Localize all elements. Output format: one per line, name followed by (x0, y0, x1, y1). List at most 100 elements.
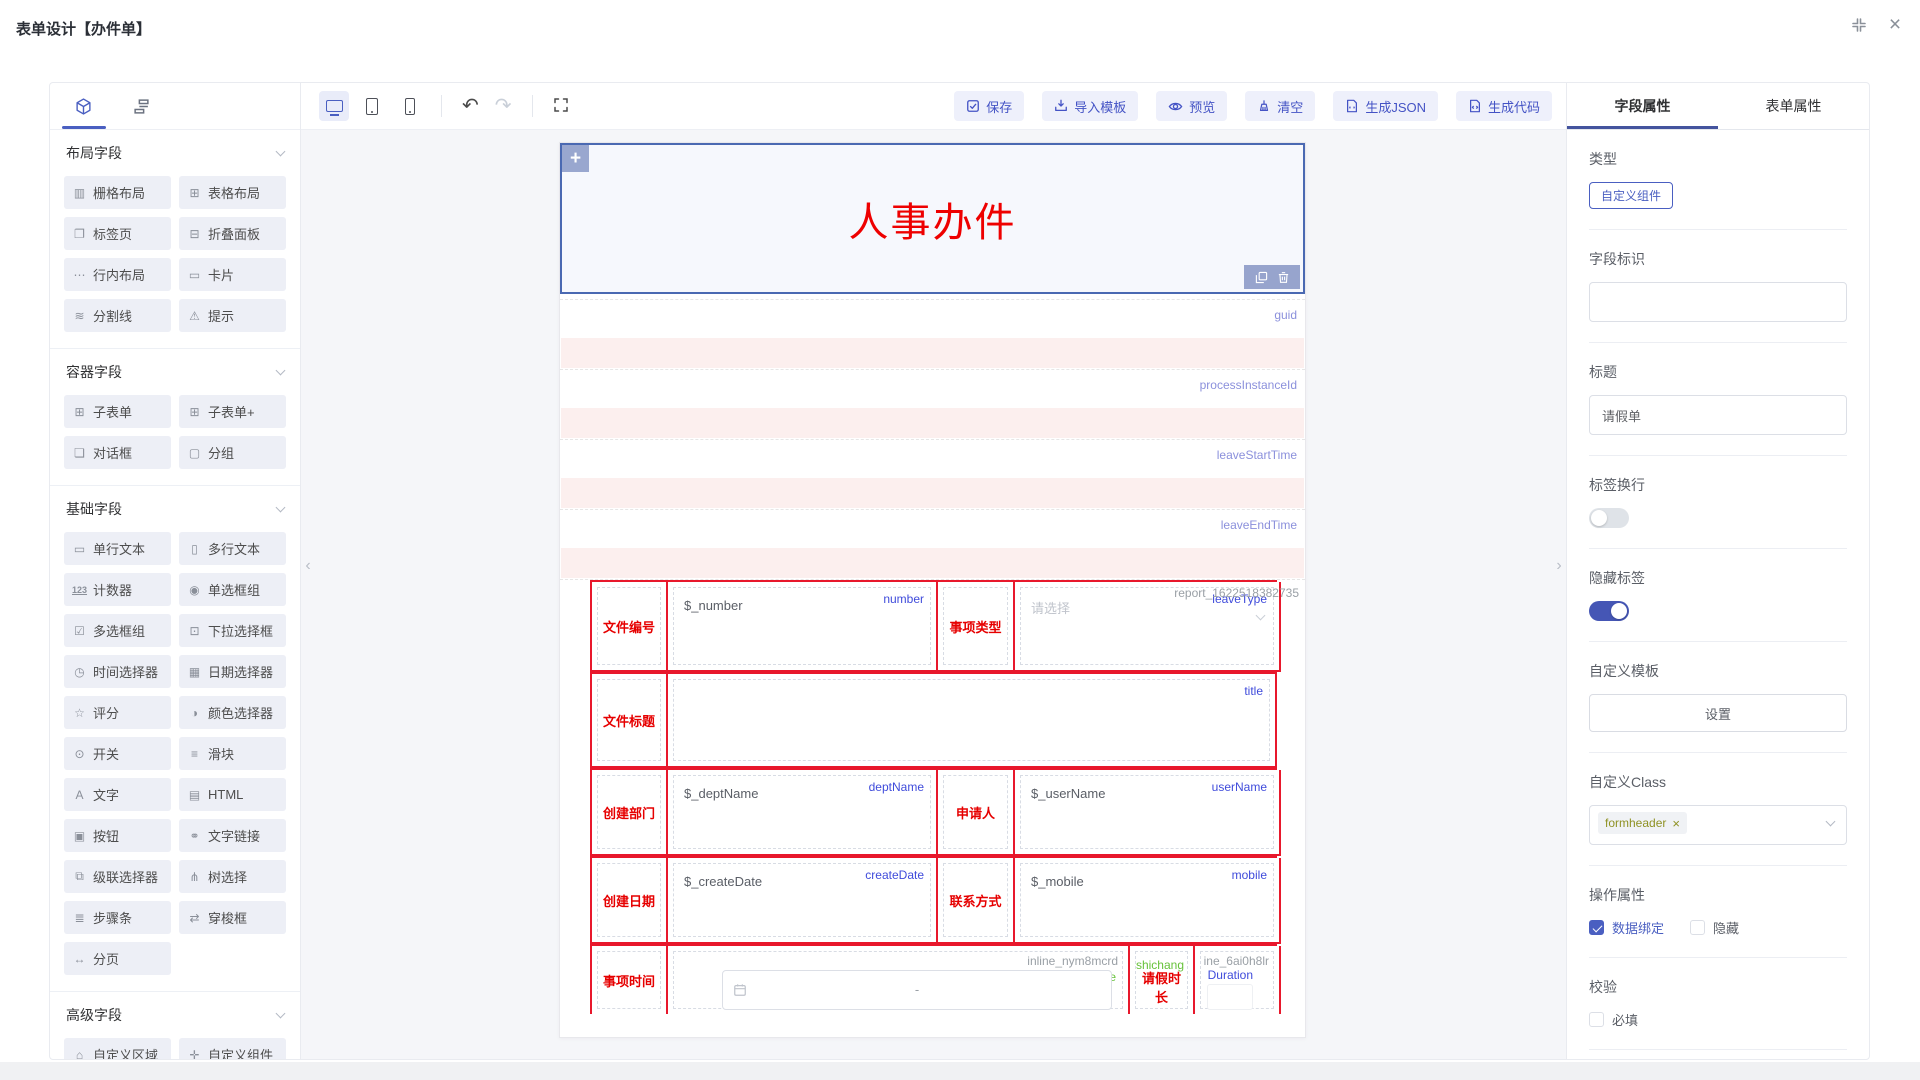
title-input[interactable] (1589, 395, 1847, 435)
palette-item-slider[interactable]: ≡滑块 (179, 737, 286, 770)
generate-json-button[interactable]: 生成JSON (1333, 91, 1438, 121)
palette-item-pagination[interactable]: ↔分页 (64, 942, 171, 975)
palette-item-divider[interactable]: ≋分割线 (64, 299, 171, 332)
palette-item-html[interactable]: ▤HTML (179, 778, 286, 811)
palette-item-radio-group[interactable]: ◉单选框组 (179, 573, 286, 606)
palette-item-label: 子表单+ (208, 402, 255, 421)
field-label-cell[interactable]: 文件编号 (592, 582, 668, 672)
palette-item-select[interactable]: ⊡下拉选择框 (179, 614, 286, 647)
tab-form-properties[interactable]: 表单属性 (1718, 83, 1869, 129)
field-label-cell[interactable]: 申请人 (938, 770, 1015, 856)
hide-label-toggle[interactable] (1589, 601, 1629, 621)
palette-item-date-picker[interactable]: ▦日期选择器 (179, 655, 286, 688)
custom-class-select[interactable]: formheader × (1589, 805, 1847, 845)
hidden-field-row-leaveEndTime[interactable]: leaveEndTime (560, 510, 1305, 580)
device-tablet-button[interactable] (357, 91, 387, 121)
palette-item-text[interactable]: A文字 (64, 778, 171, 811)
palette-item-tabs[interactable]: ❐标签页 (64, 217, 171, 250)
palette-item-steps[interactable]: ≣步骤条 (64, 901, 171, 934)
delete-icon[interactable] (1277, 271, 1290, 284)
palette-item-time-picker[interactable]: ◷时间选择器 (64, 655, 171, 688)
field-input-cell[interactable]: ine_6ai0h8lrDuration (1195, 946, 1281, 1014)
data-binding-checkbox[interactable]: 数据绑定 (1589, 918, 1664, 937)
template-settings-button[interactable]: 设置 (1589, 694, 1847, 732)
palette-item-custom-component[interactable]: ✛自定义组件 (179, 1038, 286, 1059)
palette-item-inline-layout[interactable]: ⋯行内布局 (64, 258, 171, 291)
palette-item-counter[interactable]: 123计数器 (64, 573, 171, 606)
palette-item-group[interactable]: ▢分组 (179, 436, 286, 469)
palette-item-multi-line-text[interactable]: ▯多行文本 (179, 532, 286, 565)
field-input-cell[interactable]: $_userNameuserName (1015, 770, 1281, 856)
section-header[interactable]: 基础字段 (64, 486, 286, 532)
palette-item-table-layout[interactable]: ⊞表格布局 (179, 176, 286, 209)
palette-item-switch[interactable]: ⊙开关 (64, 737, 171, 770)
hidden-checkbox[interactable]: 隐藏 (1690, 918, 1739, 937)
collapse-right-panel-handle[interactable]: › (1552, 546, 1566, 586)
palette-item-color-picker[interactable]: ◑颜色选择器 (179, 696, 286, 729)
daterange-picker[interactable]: - (722, 970, 1112, 1010)
device-phone-button[interactable] (395, 91, 425, 121)
palette-item-text-link[interactable]: ⚭文字链接 (179, 819, 286, 852)
daterange-cell[interactable]: inline_nym8mcrdleavedate- (668, 946, 1130, 1014)
form-header-component[interactable]: 人事办件 + (560, 143, 1305, 294)
field-input-cell[interactable]: $_numbernumber (668, 582, 938, 672)
palette-item-card[interactable]: ▭卡片 (179, 258, 286, 291)
section-header[interactable]: 高级字段 (64, 992, 286, 1038)
tab-field-properties[interactable]: 字段属性 (1567, 83, 1718, 129)
field-input-cell[interactable]: title (668, 674, 1277, 768)
hidden-field-row-processInstanceId[interactable]: processInstanceId (560, 370, 1305, 440)
field-input-cell[interactable]: $_deptNamedeptName (668, 770, 938, 856)
undo-button[interactable]: ↶ (458, 96, 483, 116)
required-checkbox[interactable]: 必填 (1589, 1010, 1847, 1029)
palette-item-collapse-panel[interactable]: ⊟折叠面板 (179, 217, 286, 250)
import-template-button[interactable]: 导入模板 (1042, 91, 1138, 121)
drag-handle[interactable]: + (562, 145, 589, 172)
section-header[interactable]: 容器字段 (64, 349, 286, 395)
collapse-left-panel-handle[interactable]: ‹ (301, 546, 315, 586)
fullscreen-button[interactable] (549, 95, 573, 117)
outline-tree-tab-icon[interactable] (126, 91, 156, 121)
palette-item-transfer[interactable]: ⇄穿梭框 (179, 901, 286, 934)
copy-icon[interactable] (1255, 271, 1268, 284)
palette-item-sub-form-plus[interactable]: ⊞子表单+ (179, 395, 286, 428)
field-id-input[interactable] (1589, 282, 1847, 322)
section-header[interactable]: 布局字段 (64, 130, 286, 176)
device-desktop-button[interactable] (319, 91, 349, 121)
palette-item-checkbox-group[interactable]: ☑多选框组 (64, 614, 171, 647)
field-input-cell[interactable]: $_createDatecreateDate (668, 858, 938, 944)
field-label-cell[interactable]: 事项类型 (938, 582, 1015, 672)
palette-item-sub-form[interactable]: ⊞子表单 (64, 395, 171, 428)
compress-icon[interactable] (1848, 14, 1870, 36)
palette-item-label: 计数器 (93, 580, 132, 599)
palette-item-dialog[interactable]: ❏对话框 (64, 436, 171, 469)
redo-button[interactable]: ↷ (491, 96, 516, 116)
field-label-cell[interactable]: 创建日期 (592, 858, 668, 944)
save-button[interactable]: 保存 (954, 91, 1024, 121)
palette-item-alert[interactable]: ⚠提示 (179, 299, 286, 332)
close-icon[interactable]: × (1884, 14, 1906, 36)
field-label-cell[interactable]: 联系方式 (938, 858, 1015, 944)
hidden-field-row-guid[interactable]: guid (560, 300, 1305, 370)
components-tab-icon[interactable] (68, 91, 98, 121)
remove-class-icon[interactable]: × (1672, 817, 1680, 830)
field-input-cell[interactable]: $_mobilemobile (1015, 858, 1281, 944)
palette-item-rate[interactable]: ☆评分 (64, 696, 171, 729)
field-label-cell[interactable]: 事项时间 (592, 946, 668, 1014)
duration-input[interactable] (1207, 984, 1253, 1010)
palette-item-grid-layout[interactable]: ▥栅格布局 (64, 176, 171, 209)
generate-code-button[interactable]: 生成代码 (1456, 91, 1552, 121)
field-label-cell[interactable]: 文件标题 (592, 674, 668, 768)
palette-item-single-line-text[interactable]: ▭单行文本 (64, 532, 171, 565)
clear-button[interactable]: 清空 (1245, 91, 1315, 121)
field-label-cell[interactable]: shichang请假时长 (1130, 946, 1195, 1014)
palette-item-custom-area[interactable]: ⌂自定义区域 (64, 1038, 171, 1059)
label-wrap-toggle[interactable] (1589, 508, 1629, 528)
palette-item-button[interactable]: ▣按钮 (64, 819, 171, 852)
palette-item-tree-select[interactable]: ⋔树选择 (179, 860, 286, 893)
field-label-cell[interactable]: 创建部门 (592, 770, 668, 856)
tabs-icon: ❐ (72, 227, 87, 241)
hidden-field-row-leaveStartTime[interactable]: leaveStartTime (560, 440, 1305, 510)
palette-item-cascader[interactable]: ⧉级联选择器 (64, 860, 171, 893)
preview-button[interactable]: 预览 (1156, 91, 1227, 121)
chevron-down-icon (276, 147, 286, 157)
